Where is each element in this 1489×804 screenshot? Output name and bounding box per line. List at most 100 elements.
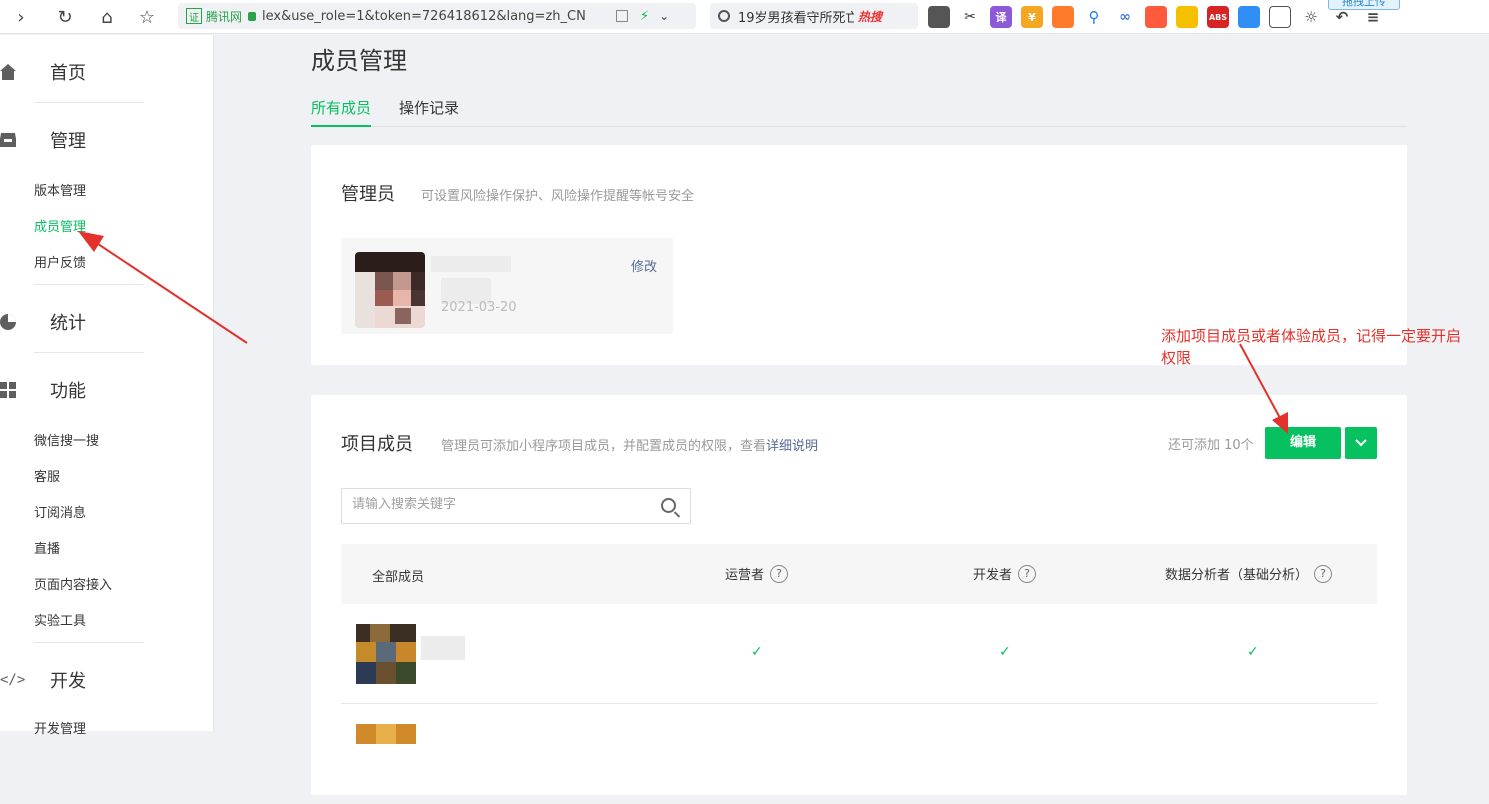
col-analyst-label: 数据分析者（基础分析） (1165, 568, 1309, 583)
operator-check-icon: ✓ (751, 644, 763, 660)
admin-title: 管理员 (341, 184, 395, 205)
members-desc: 管理员可添加小程序项目成员，并配置成员的权限，查看详细说明 (441, 435, 818, 454)
col-operator-label: 运营者 (725, 568, 765, 583)
table-row[interactable] (341, 704, 1377, 804)
member-name-blur (421, 636, 465, 660)
member-search-input[interactable] (352, 497, 642, 512)
home-icon[interactable]: ⌂ (92, 2, 122, 32)
bird-icon[interactable] (1238, 6, 1260, 28)
members-card: 项目成员 管理员可添加小程序项目成员，并配置成员的权限，查看详细说明 还可添加 … (311, 395, 1407, 795)
more-dropdown-button[interactable] (1345, 427, 1377, 459)
sidebar-manage-label: 管理 (50, 131, 86, 152)
main-content: 成员管理 所有成员 操作记录 管理员 可设置风险操作保护、风险操作提醒等帐号安全 (215, 35, 1489, 795)
translate-icon[interactable]: 译 (990, 6, 1012, 28)
tab-operation-log[interactable]: 操作记录 (399, 97, 459, 127)
developer-check-icon: ✓ (999, 644, 1011, 660)
forward-icon[interactable]: › (6, 2, 36, 32)
chevron-down-icon (1355, 439, 1367, 447)
search-icon (718, 10, 730, 22)
admin-entry: 2021-03-20 修改 (341, 238, 673, 334)
code-icon: </> (0, 672, 26, 688)
site-name: 腾讯网 (206, 9, 243, 24)
help-icon[interactable]: ? (1018, 564, 1037, 583)
sidebar-item-members[interactable]: 成员管理 (34, 216, 86, 235)
sidebar-divider (34, 642, 144, 643)
star-icon[interactable]: ☆ (132, 2, 162, 32)
chevron-down-icon[interactable]: ⌄ (659, 9, 669, 23)
lock-icon (248, 11, 257, 21)
member-search-field[interactable] (341, 488, 691, 524)
cert-badge-icon: 证 (186, 8, 202, 24)
link-icon[interactable]: ∞ (1114, 6, 1136, 28)
sidebar-item-lab[interactable]: 实验工具 (34, 610, 86, 629)
help-icon[interactable]: ? (770, 564, 789, 583)
col-developer: 开发者? (973, 564, 1037, 583)
sidebar-item-version[interactable]: 版本管理 (34, 180, 86, 199)
col-all-members-label: 全部成员 (372, 570, 425, 585)
url-text: lex&use_role=1&token=726418612&lang=zh_C… (262, 8, 586, 24)
sidebar-section-features[interactable]: 功能 (0, 377, 214, 403)
members-desc-text: 管理员可添加小程序项目成员，并配置成员的权限，查看 (441, 439, 767, 454)
page-title: 成员管理 (311, 47, 407, 75)
reload-icon[interactable]: ↻ (50, 2, 80, 32)
table-row[interactable]: ✓ ✓ ✓ (341, 604, 1377, 704)
hot-search-badge: 热搜 (858, 9, 883, 24)
search-icon[interactable] (661, 498, 676, 513)
edit-button[interactable]: 编辑 (1265, 427, 1341, 459)
remaining-count: 还可添加 10个 (1168, 438, 1254, 453)
sidebar-home-label: 首页 (50, 63, 86, 84)
admin-avatar (355, 252, 425, 328)
sidebar-item-dev-manage[interactable]: 开发管理 (34, 718, 86, 737)
sidebar-section-manage[interactable]: 管理 (0, 127, 214, 153)
extension-icons: ✂ 译 ¥ ⚲ ∞ ABS ☼ ↶ ≡ (928, 6, 1384, 28)
drag-upload-button[interactable]: 拖拽上传 (1328, 0, 1400, 10)
fox-icon[interactable] (1176, 6, 1198, 28)
admin-date: 2021-03-20 (441, 300, 517, 315)
lightning-icon[interactable]: ⚡ (640, 9, 649, 24)
sidebar-item-search[interactable]: 微信搜一搜 (34, 430, 99, 449)
window-icon[interactable] (1269, 6, 1291, 28)
sidebar-item-feedback[interactable]: 用户反馈 (34, 252, 86, 271)
sidebar-item-live[interactable]: 直播 (34, 538, 60, 557)
col-all-members[interactable]: 全部成员 (372, 566, 424, 585)
admin-name-blur (431, 256, 511, 272)
sun-icon[interactable]: ☼ (1300, 6, 1322, 28)
help-icon[interactable]: ? (1314, 564, 1333, 583)
search-query: 19岁男孩看守所死亡 (738, 10, 854, 26)
adblock-icon[interactable]: ABS (1207, 6, 1229, 28)
sidebar-section-stats[interactable]: 统计 (0, 309, 214, 335)
coupon-icon[interactable]: ¥ (1021, 6, 1043, 28)
sidebar-dev-label: 开发 (50, 671, 86, 692)
sidebar-divider (34, 352, 144, 353)
sidebar-section-dev[interactable]: </> 开发 (0, 667, 214, 693)
member-avatar (356, 624, 416, 684)
tab-bar: 所有成员 操作记录 (311, 97, 1407, 127)
magnifier-icon[interactable]: ⚲ (1083, 6, 1105, 28)
sidebar-divider (34, 102, 144, 103)
annotation-line-2: 权限 (1161, 349, 1192, 367)
tag-icon[interactable] (1145, 6, 1167, 28)
inbox-icon (0, 132, 18, 148)
sidebar-features-label: 功能 (50, 381, 86, 402)
col-operator: 运营者? (725, 564, 789, 583)
admin-edit-link[interactable]: 修改 (631, 256, 657, 275)
sidebar-stats-label: 统计 (50, 313, 86, 334)
sidebar-item-service[interactable]: 客服 (34, 466, 60, 485)
annotation-line-1: 添加项目成员或者体验成员，记得一定要开启 (1161, 327, 1462, 345)
members-title: 项目成员 (341, 434, 413, 455)
browser-search[interactable]: 19岁男孩看守所死亡 热搜 (710, 3, 918, 29)
browser-toolbar: › ↻ ⌂ ☆ 证 腾讯网 lex&use_role=1&token=72641… (0, 0, 1489, 34)
scissors-icon[interactable]: ✂ (959, 6, 981, 28)
annotation-text: 添加项目成员或者体验成员，记得一定要开启 权限 (1161, 325, 1461, 369)
game-icon[interactable] (1052, 6, 1074, 28)
reader-icon[interactable] (928, 6, 950, 28)
grid-icon (0, 382, 18, 398)
qr-icon[interactable] (616, 10, 629, 22)
detail-link[interactable]: 详细说明 (766, 439, 818, 454)
tab-all-members[interactable]: 所有成员 (311, 97, 372, 127)
sidebar-section-home[interactable]: 首页 (0, 59, 214, 85)
sidebar: 首页 管理 版本管理 成员管理 用户反馈 统计 功能 微信搜一搜 客服 订阅消息… (0, 35, 214, 737)
address-bar[interactable]: 证 腾讯网 lex&use_role=1&token=726418612&lan… (178, 3, 696, 29)
sidebar-item-subscribe[interactable]: 订阅消息 (34, 502, 86, 521)
sidebar-item-content[interactable]: 页面内容接入 (34, 574, 112, 593)
